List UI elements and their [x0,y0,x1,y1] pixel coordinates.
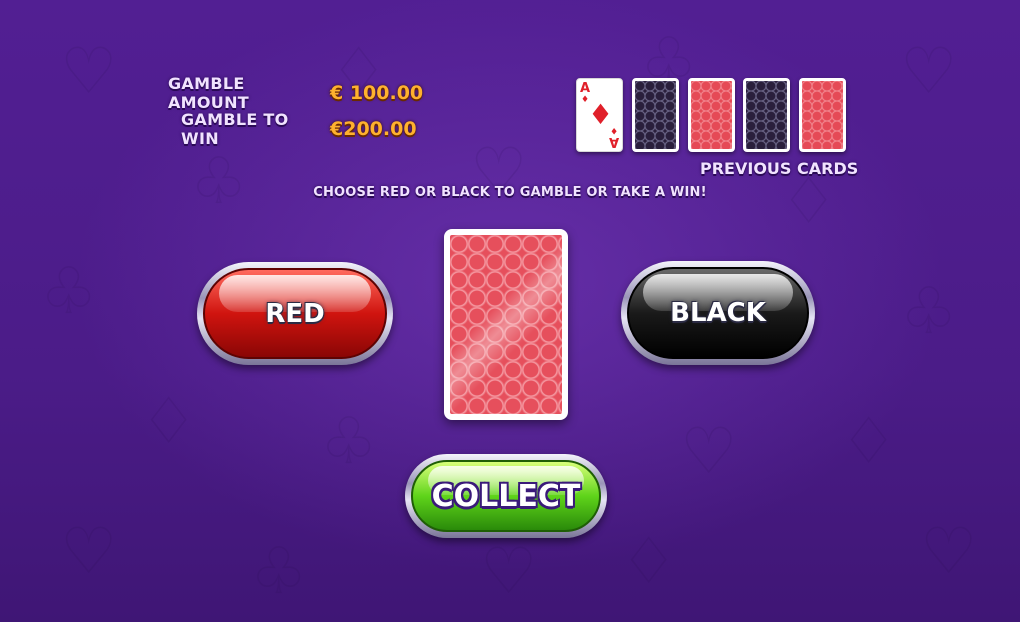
previous-card-5-red [799,78,846,152]
black-button-label: BLACK [670,298,766,328]
gamble-to-win-label: GAMBLE TO WIN [181,110,289,148]
previous-card-4-black [743,78,790,152]
collect-button-face[interactable]: COLLECT [411,460,601,532]
gamble-to-win-value: €200.00 [330,118,417,140]
previous-card-3-red [688,78,735,152]
red-button[interactable]: RED [197,262,393,365]
black-button-face[interactable]: BLACK [627,267,809,359]
instruction-text: CHOOSE RED OR BLACK TO GAMBLE OR TAKE A … [313,185,707,200]
red-button-label: RED [265,298,325,329]
card-rank: A [580,81,591,96]
card-rank: A [608,134,619,149]
gamble-amount-row: GAMBLE AMOUNT € 100.00 [168,74,423,112]
previous-card-2-black [632,78,679,152]
collect-button-label: COLLECT [431,478,581,514]
diamond-icon: ♦ [609,125,618,135]
previous-cards-label: PREVIOUS CARDS [700,159,859,178]
gamble-amount-label: GAMBLE AMOUNT [168,74,250,112]
black-button[interactable]: BLACK [621,261,815,365]
gamble-amount-value: € 100.00 [330,82,424,104]
collect-button[interactable]: COLLECT [405,454,607,538]
current-card-back [444,229,568,420]
red-button-face[interactable]: RED [203,268,387,359]
gamble-to-win-row: GAMBLE TO WIN €200.00 [181,110,417,148]
previous-card-1-ace-of-diamonds: A ♦ ♦ ♦ A [576,78,623,152]
